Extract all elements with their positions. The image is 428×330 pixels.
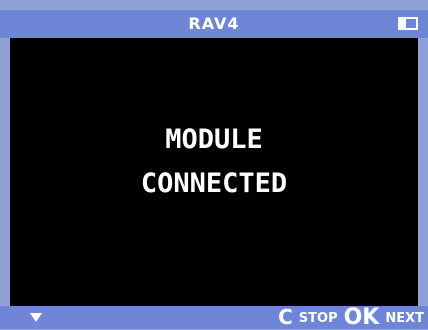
softkey-group: C STOP OK NEXT bbox=[278, 306, 424, 330]
stop-label[interactable]: STOP bbox=[299, 309, 338, 329]
softkey-bar: C STOP OK NEXT bbox=[0, 306, 428, 329]
vehicle-title: RAV4 bbox=[188, 14, 240, 33]
down-arrow-icon[interactable] bbox=[30, 313, 42, 322]
message-line-2: CONNECTED bbox=[140, 168, 288, 199]
stop-key-icon[interactable]: C bbox=[278, 306, 293, 329]
device-frame: RAV4 MODULE CONNECTED C STOP OK NEXT bbox=[0, 0, 428, 329]
battery-level bbox=[400, 19, 406, 28]
status-message: MODULE CONNECTED bbox=[10, 118, 418, 206]
battery-icon bbox=[398, 17, 418, 30]
next-label[interactable]: NEXT bbox=[385, 309, 424, 329]
title-bar: RAV4 bbox=[0, 10, 428, 38]
display-screen: MODULE CONNECTED bbox=[10, 38, 418, 306]
message-line-1: MODULE bbox=[165, 124, 263, 155]
ok-key-icon[interactable]: OK bbox=[344, 306, 380, 329]
